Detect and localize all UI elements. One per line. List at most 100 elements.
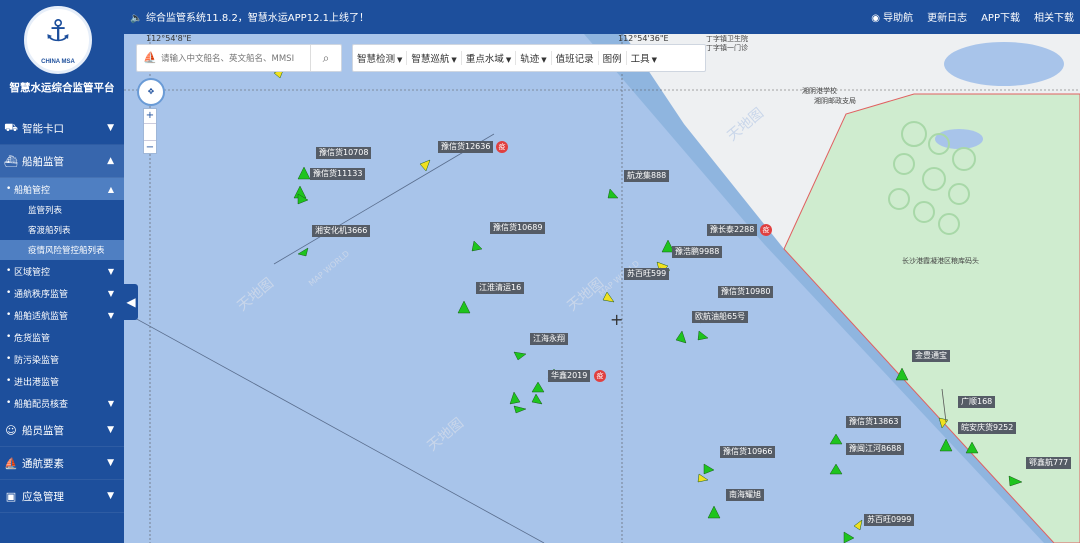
chevron-down-icon: ▼ bbox=[107, 458, 114, 468]
menu-pollution[interactable]: • 防污染监管 bbox=[0, 348, 124, 370]
chevron-up-icon: ▲ bbox=[107, 156, 114, 166]
ship-label[interactable]: 苏百旺0999 bbox=[864, 514, 915, 526]
sail-icon: ⛵ bbox=[4, 456, 18, 470]
menu-navigation-elements[interactable]: ⛵ 通航要素 ▼ bbox=[0, 447, 124, 480]
ship-label[interactable]: 豫信货10689 bbox=[490, 222, 546, 234]
ship-search: ⛵ ⌕ bbox=[136, 44, 342, 72]
menu-ship-control[interactable]: • 船舶管控 ▲ bbox=[0, 178, 124, 200]
zoom-control: + − bbox=[143, 108, 157, 154]
menu-crew-supervision[interactable]: ☺ 船员监管 ▼ bbox=[0, 414, 124, 447]
notice-text: 综合监管系统11.8.2，智慧水运APP12.1上线了！ bbox=[146, 13, 369, 24]
menu-epidemic-list[interactable]: 疫情风险管控船列表 bbox=[0, 240, 124, 260]
lake bbox=[944, 42, 1064, 86]
menu-crew-check[interactable]: • 船舶配员核查 ▼ bbox=[0, 392, 124, 414]
ship-label[interactable]: 湘安化机3666 bbox=[312, 225, 371, 237]
zoom-in-button[interactable]: + bbox=[144, 109, 156, 123]
sidebar-menu: ⛟ 智能卡口 ▼ ⛴ 船舶监管 ▲ • 船舶管控 ▲ 监管列表 客渡船列表 疫情风险管控船列… bbox=[0, 112, 124, 513]
chevron-down-icon: ▼ bbox=[107, 123, 114, 133]
lake bbox=[935, 129, 983, 149]
menu-navigation-order[interactable]: • 通航秩序监管 ▼ bbox=[0, 282, 124, 304]
menu-smart-checkpoint[interactable]: ⛟ 智能卡口 ▼ bbox=[0, 112, 124, 145]
ship-label[interactable]: 广顺168 bbox=[958, 396, 996, 408]
menu-ship-supervision[interactable]: ⛴ 船舶监管 ▲ bbox=[0, 145, 124, 178]
search-button[interactable]: ⌕ bbox=[310, 45, 341, 71]
chevron-left-icon: ◀ bbox=[126, 295, 136, 309]
ship-label[interactable]: 皖安庆货9252 bbox=[958, 422, 1017, 434]
zoom-slider[interactable] bbox=[144, 123, 156, 141]
tool-smart-cruise[interactable]: 智慧巡航 ▼ bbox=[407, 51, 462, 65]
caret-down-icon: ▼ bbox=[397, 56, 403, 64]
msa-logo: ⚓ CHINA MSA bbox=[24, 6, 92, 74]
epidemic-badge: 疫 bbox=[496, 141, 508, 153]
ship-label[interactable]: 欧航油船65号 bbox=[692, 311, 749, 323]
app-download-link[interactable]: APP下载 bbox=[981, 9, 1020, 24]
speaker-icon: 🔈 bbox=[130, 13, 143, 24]
place-label: 湘阴港学校 bbox=[802, 87, 837, 95]
ship-label[interactable]: 苏百旺599 bbox=[624, 268, 670, 280]
ship-label[interactable]: 豫信货10980 bbox=[718, 286, 774, 298]
tool-duty-log[interactable]: 值班记录 bbox=[552, 51, 599, 65]
ship-label[interactable]: 豫长泰2288 bbox=[707, 224, 758, 236]
ship-label[interactable]: 南海耀旭 bbox=[726, 489, 764, 501]
ship-label[interactable]: 豫信货10966 bbox=[720, 446, 776, 458]
pan-arrows-icon: ✥ bbox=[147, 87, 155, 96]
nav-aid-link[interactable]: ◉ 导助航 bbox=[871, 9, 913, 24]
epidemic-badge: 疫 bbox=[760, 224, 772, 236]
ship-label[interactable]: 豫浩鹏9988 bbox=[672, 246, 723, 258]
zoom-out-button[interactable]: − bbox=[144, 141, 156, 155]
map-toolbar: 智慧检测 ▼ 智慧巡航 ▼ 重点水域 ▼ 轨迹 ▼ 值班记录 图例 工具 ▼ bbox=[352, 44, 706, 72]
ship-icon: ⛴ bbox=[4, 154, 18, 168]
search-input[interactable] bbox=[159, 50, 313, 68]
tool-key-waters[interactable]: 重点水域 ▼ bbox=[462, 51, 517, 65]
chevron-down-icon: ▼ bbox=[107, 288, 114, 298]
top-bar: 🔈 综合监管系统11.8.2，智慧水运APP12.1上线了！ ◉ 导助航 更新日志… bbox=[124, 0, 1080, 34]
chevron-up-icon: ▲ bbox=[107, 184, 114, 194]
chevron-down-icon: ▼ bbox=[107, 398, 114, 408]
ship-label[interactable]: 江淮清运16 bbox=[476, 282, 525, 294]
ship-label[interactable]: 江海永翔 bbox=[530, 333, 568, 345]
ship-label[interactable]: 华鑫2019 bbox=[548, 370, 591, 382]
ship-label[interactable]: 金豊通宝 bbox=[912, 350, 950, 362]
checkpoint-icon: ⛟ bbox=[4, 120, 18, 134]
menu-emergency[interactable]: ▣ 应急管理 ▼ bbox=[0, 480, 124, 513]
changelog-link[interactable]: 更新日志 bbox=[927, 9, 967, 24]
platform-title: 智慧水运综合监管平台 bbox=[9, 82, 115, 94]
ship-label[interactable]: 豫闽江河8688 bbox=[846, 443, 905, 455]
menu-area-control[interactable]: • 区域管控 ▼ bbox=[0, 260, 124, 282]
menu-port-entry[interactable]: • 进出港监管 bbox=[0, 370, 124, 392]
related-download-link[interactable]: 相关下载 bbox=[1034, 9, 1074, 24]
search-icon: ⌕ bbox=[322, 50, 330, 65]
caret-down-icon: ▼ bbox=[651, 56, 658, 64]
chevron-down-icon: ▼ bbox=[107, 266, 114, 276]
map-view[interactable]: 112°54'8"E 112°54'36"E 丁字镇卫生院 丁字镇一门诊 湘阴港… bbox=[124, 34, 1080, 543]
sidebar-collapse-button[interactable]: ◀ bbox=[124, 284, 138, 320]
place-label: 长沙港霞凝港区粮库码头 bbox=[902, 257, 979, 265]
tool-track[interactable]: 轨迹 ▼ bbox=[516, 51, 552, 65]
ship-label[interactable]: 豫信货10708 bbox=[316, 147, 372, 159]
menu-supervision-list[interactable]: 监管列表 bbox=[0, 200, 124, 220]
ship-label[interactable]: 豫信货11133 bbox=[310, 168, 366, 180]
longitude-label: 112°54'8"E bbox=[146, 34, 192, 43]
crew-icon: ☺ bbox=[5, 423, 17, 437]
ship-label[interactable]: 鄂鑫航777 bbox=[1026, 457, 1072, 469]
tool-tools[interactable]: 工具 ▼ bbox=[627, 51, 661, 65]
compass-icon: ◉ bbox=[871, 13, 884, 24]
menu-seaworthiness[interactable]: • 船舶适航监管 ▼ bbox=[0, 304, 124, 326]
menu-dangerous-goods[interactable]: • 危货监管 bbox=[0, 326, 124, 348]
top-links: ◉ 导助航 更新日志 APP下载 相关下载 bbox=[871, 9, 1074, 24]
caret-down-icon: ▼ bbox=[541, 56, 547, 64]
ship-label[interactable]: 豫信货12636 bbox=[438, 141, 494, 153]
tool-smart-detect[interactable]: 智慧检测 ▼ bbox=[353, 51, 408, 65]
caret-down-icon: ▼ bbox=[505, 56, 512, 64]
ship-label[interactable]: 豫信货13863 bbox=[846, 416, 902, 428]
ship-search-icon: ⛵ bbox=[143, 51, 157, 64]
ship-label[interactable]: 航龙集888 bbox=[624, 170, 670, 182]
tool-legend[interactable]: 图例 bbox=[599, 51, 627, 65]
notice-banner: 🔈 综合监管系统11.8.2，智慧水运APP12.1上线了！ bbox=[130, 9, 369, 24]
map-crosshair: + bbox=[610, 310, 624, 329]
chevron-down-icon: ▼ bbox=[107, 310, 114, 320]
chevron-down-icon: ▼ bbox=[107, 491, 114, 501]
menu-ferry-list[interactable]: 客渡船列表 bbox=[0, 220, 124, 240]
longitude-label: 112°54'36"E bbox=[618, 34, 669, 43]
pan-control[interactable]: ✥ bbox=[137, 78, 165, 106]
